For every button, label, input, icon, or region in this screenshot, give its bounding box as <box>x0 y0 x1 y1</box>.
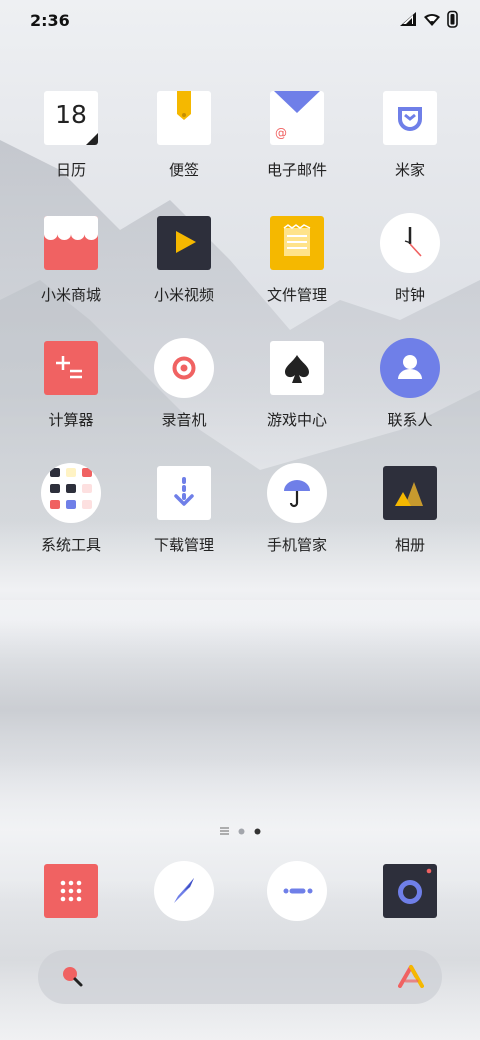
mi-video-icon <box>157 216 211 270</box>
recorder-icon <box>154 338 214 398</box>
email-icon: @ <box>270 91 324 145</box>
app-file-manager[interactable]: 文件管理 <box>240 216 354 326</box>
browser-compass-icon <box>154 861 214 921</box>
app-calculator[interactable]: 计算器 <box>14 341 128 451</box>
app-label: 游戏中心 <box>266 411 327 429</box>
app-mi-video[interactable]: 小米视频 <box>127 216 241 326</box>
messages-icon <box>267 861 327 921</box>
app-label: 计算器 <box>48 411 94 429</box>
app-label: 系统工具 <box>40 536 101 554</box>
page-indicator <box>0 822 480 836</box>
app-label: 时钟 <box>394 286 425 304</box>
app-mi-store[interactable]: 小米商城 <box>14 216 128 326</box>
app-label: 相册 <box>394 536 425 554</box>
app-downloads[interactable]: 下载管理 <box>127 466 241 576</box>
app-contacts[interactable]: 联系人 <box>353 338 467 451</box>
search-icon[interactable] <box>60 964 84 992</box>
app-security[interactable]: 手机管家 <box>240 463 354 576</box>
home-page-menu-icon[interactable] <box>219 820 229 839</box>
calendar-icon: 18 <box>44 91 98 145</box>
status-bar: 2:36 <box>0 0 480 42</box>
mi-store-icon <box>44 216 98 270</box>
app-email[interactable]: @ 电子邮件 <box>240 91 354 201</box>
file-manager-icon <box>270 216 324 270</box>
app-label: 小米商城 <box>40 286 101 304</box>
app-mijia[interactable]: 米家 <box>353 91 467 201</box>
app-label: 电子邮件 <box>266 161 327 179</box>
svg-text:@: @ <box>275 126 287 140</box>
app-system-tools-folder[interactable]: 系统工具 <box>14 463 128 576</box>
assistant-icon[interactable] <box>398 964 424 992</box>
mijia-icon <box>383 91 437 145</box>
app-calendar[interactable]: 18 日历 <box>14 91 128 201</box>
dock-browser[interactable] <box>127 861 241 921</box>
app-game-center[interactable]: 游戏中心 <box>240 341 354 451</box>
page-dot[interactable] <box>238 820 245 839</box>
system-tools-folder-icon <box>41 463 101 523</box>
app-label: 便签 <box>168 161 199 179</box>
calculator-icon <box>44 341 98 395</box>
gallery-icon <box>383 466 437 520</box>
app-label: 文件管理 <box>266 286 327 304</box>
app-label: 联系人 <box>387 411 433 429</box>
search-bar[interactable] <box>38 950 442 1004</box>
app-label: 手机管家 <box>266 536 327 554</box>
dock-phone[interactable] <box>14 864 128 918</box>
clock-icon <box>380 213 440 273</box>
app-label: 录音机 <box>161 411 207 429</box>
phone-dialer-icon <box>44 864 98 918</box>
app-recorder[interactable]: 录音机 <box>127 338 241 451</box>
game-center-icon <box>270 341 324 395</box>
app-notes[interactable]: 便签 <box>127 91 241 201</box>
signal-icon <box>399 11 417 31</box>
dock-messages[interactable] <box>240 861 354 921</box>
wifi-icon <box>423 12 441 31</box>
contacts-icon <box>380 338 440 398</box>
app-label: 日历 <box>55 161 86 179</box>
notes-icon <box>157 91 211 145</box>
downloads-icon <box>157 466 211 520</box>
app-label: 小米视频 <box>153 286 214 304</box>
camera-icon <box>383 864 437 918</box>
status-time: 2:36 <box>30 11 70 30</box>
app-clock[interactable]: 时钟 <box>353 213 467 326</box>
security-icon <box>267 463 327 523</box>
page-dot-active[interactable] <box>254 820 261 839</box>
app-label: 米家 <box>394 161 425 179</box>
app-label: 下载管理 <box>153 536 214 554</box>
app-gallery[interactable]: 相册 <box>353 466 467 576</box>
battery-icon <box>447 10 458 32</box>
dock-camera[interactable] <box>353 864 467 918</box>
